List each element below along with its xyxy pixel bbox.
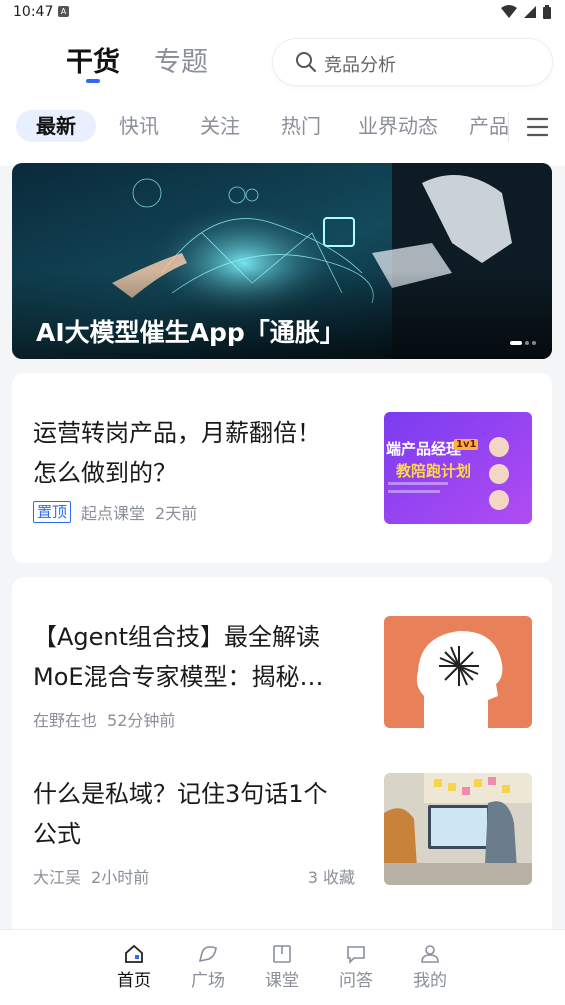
carousel-dot: [525, 341, 529, 345]
tab-indicator: [86, 79, 100, 83]
article-card: 运营转岗产品，月薪翻倍！怎么做到的？ 置顶 起点课堂 2天前 端产品经理 1v1…: [12, 373, 552, 563]
channel-tabs: 最新 快讯 关注 热门 业界动态 产品: [0, 106, 520, 146]
article-title: 【Agent组合技】最全解读MoE混合专家模型：揭秘…: [33, 623, 324, 691]
article-item[interactable]: 什么是私域？记住3句话1个公式 大江吴 2小时前 3 收藏: [12, 742, 552, 937]
carousel-dot: [532, 341, 536, 345]
signal-icon: [524, 6, 536, 18]
thumbnail-badge: 1v1: [454, 439, 479, 450]
article-time: 52分钟前: [107, 711, 176, 730]
nav-plaza[interactable]: 广场: [178, 944, 238, 991]
article-card: 【Agent组合技】最全解读MoE混合专家模型：揭秘… 在野在也 52分钟前 什…: [12, 577, 552, 937]
channel-flash[interactable]: 快讯: [119, 110, 159, 142]
article-meta: 在野在也 52分钟前: [33, 707, 175, 731]
article-author: 起点课堂: [81, 504, 146, 523]
status-time: 10:47: [13, 4, 54, 20]
status-bar: 10:47 A: [0, 0, 565, 26]
tab-topics[interactable]: 专题: [154, 40, 208, 79]
thumbnail-text: 教陪跑计划: [396, 462, 472, 480]
user-icon: [421, 945, 439, 963]
article-time: 2小时前: [91, 868, 150, 887]
search-placeholder: 竞品分析: [324, 55, 396, 76]
book-icon: [273, 945, 291, 963]
battery-icon: [543, 5, 551, 19]
banner-carousel[interactable]: AI大模型催生App「通胀」: [12, 163, 552, 359]
article-thumbnail: 端产品经理 1v1 教陪跑计划: [384, 412, 532, 524]
channel-industry[interactable]: 业界动态: [358, 110, 438, 142]
thumbnail-text: 端产品经理: [386, 440, 462, 458]
article-thumbnail: [384, 616, 532, 728]
channel-product[interactable]: 产品: [469, 110, 509, 142]
banner-title: AI大模型催生App「通胀」: [36, 318, 345, 347]
article-title: 运营转岗产品，月薪翻倍！怎么做到的？: [33, 419, 321, 487]
article-thumbnail: [384, 773, 532, 885]
nav-label: 问答: [339, 971, 373, 991]
nav-label: 首页: [117, 971, 151, 991]
nav-classroom[interactable]: 课堂: [252, 944, 312, 991]
article-meta: 置顶 起点课堂 2天前: [33, 500, 197, 524]
nav-label: 广场: [191, 971, 225, 991]
article-meta: 大江吴 2小时前: [33, 864, 149, 888]
article-author: 大江吴: [33, 868, 82, 887]
channel-hot[interactable]: 热门: [281, 110, 321, 142]
article-author: 在野在也: [33, 711, 98, 730]
pinned-badge: 置顶: [33, 501, 72, 523]
article-item[interactable]: 【Agent组合技】最全解读MoE混合专家模型：揭秘… 在野在也 52分钟前: [12, 577, 552, 742]
nav-label: 课堂: [265, 971, 299, 991]
channel-latest[interactable]: 最新: [16, 110, 96, 142]
article-title: 什么是私域？记住3句话1个公式: [33, 780, 328, 848]
home-icon: [125, 944, 143, 963]
article-item[interactable]: 运营转岗产品，月薪翻倍！怎么做到的？ 置顶 起点课堂 2天前 端产品经理 1v1…: [12, 373, 552, 563]
wifi-icon: [501, 5, 517, 18]
channel-following[interactable]: 关注: [200, 110, 240, 142]
header: 干货 专题 竞品分析 最新 快讯 关注 热门 业界动态 产品: [0, 26, 565, 166]
carousel-dot-active: [510, 341, 522, 345]
channel-divider: [508, 112, 509, 142]
nav-label: 我的: [413, 971, 447, 991]
article-time: 2天前: [155, 504, 198, 523]
nav-home[interactable]: 首页: [104, 944, 164, 991]
tab-dry-goods[interactable]: 干货: [66, 40, 120, 79]
menu-icon[interactable]: [520, 110, 555, 144]
search-icon: [296, 52, 316, 72]
bottom-nav: 首页 广场 课堂 问答 我的: [0, 929, 565, 1005]
notification-a-icon: A: [58, 6, 69, 17]
chat-icon: [347, 946, 365, 964]
nav-profile[interactable]: 我的: [400, 944, 460, 991]
search-input[interactable]: 竞品分析: [273, 39, 552, 85]
plaza-icon: [198, 946, 217, 963]
system-icons: [501, 5, 551, 19]
nav-qa[interactable]: 问答: [326, 944, 386, 991]
carousel-dots: [510, 341, 536, 345]
favorite-count: 3 收藏: [307, 868, 355, 887]
